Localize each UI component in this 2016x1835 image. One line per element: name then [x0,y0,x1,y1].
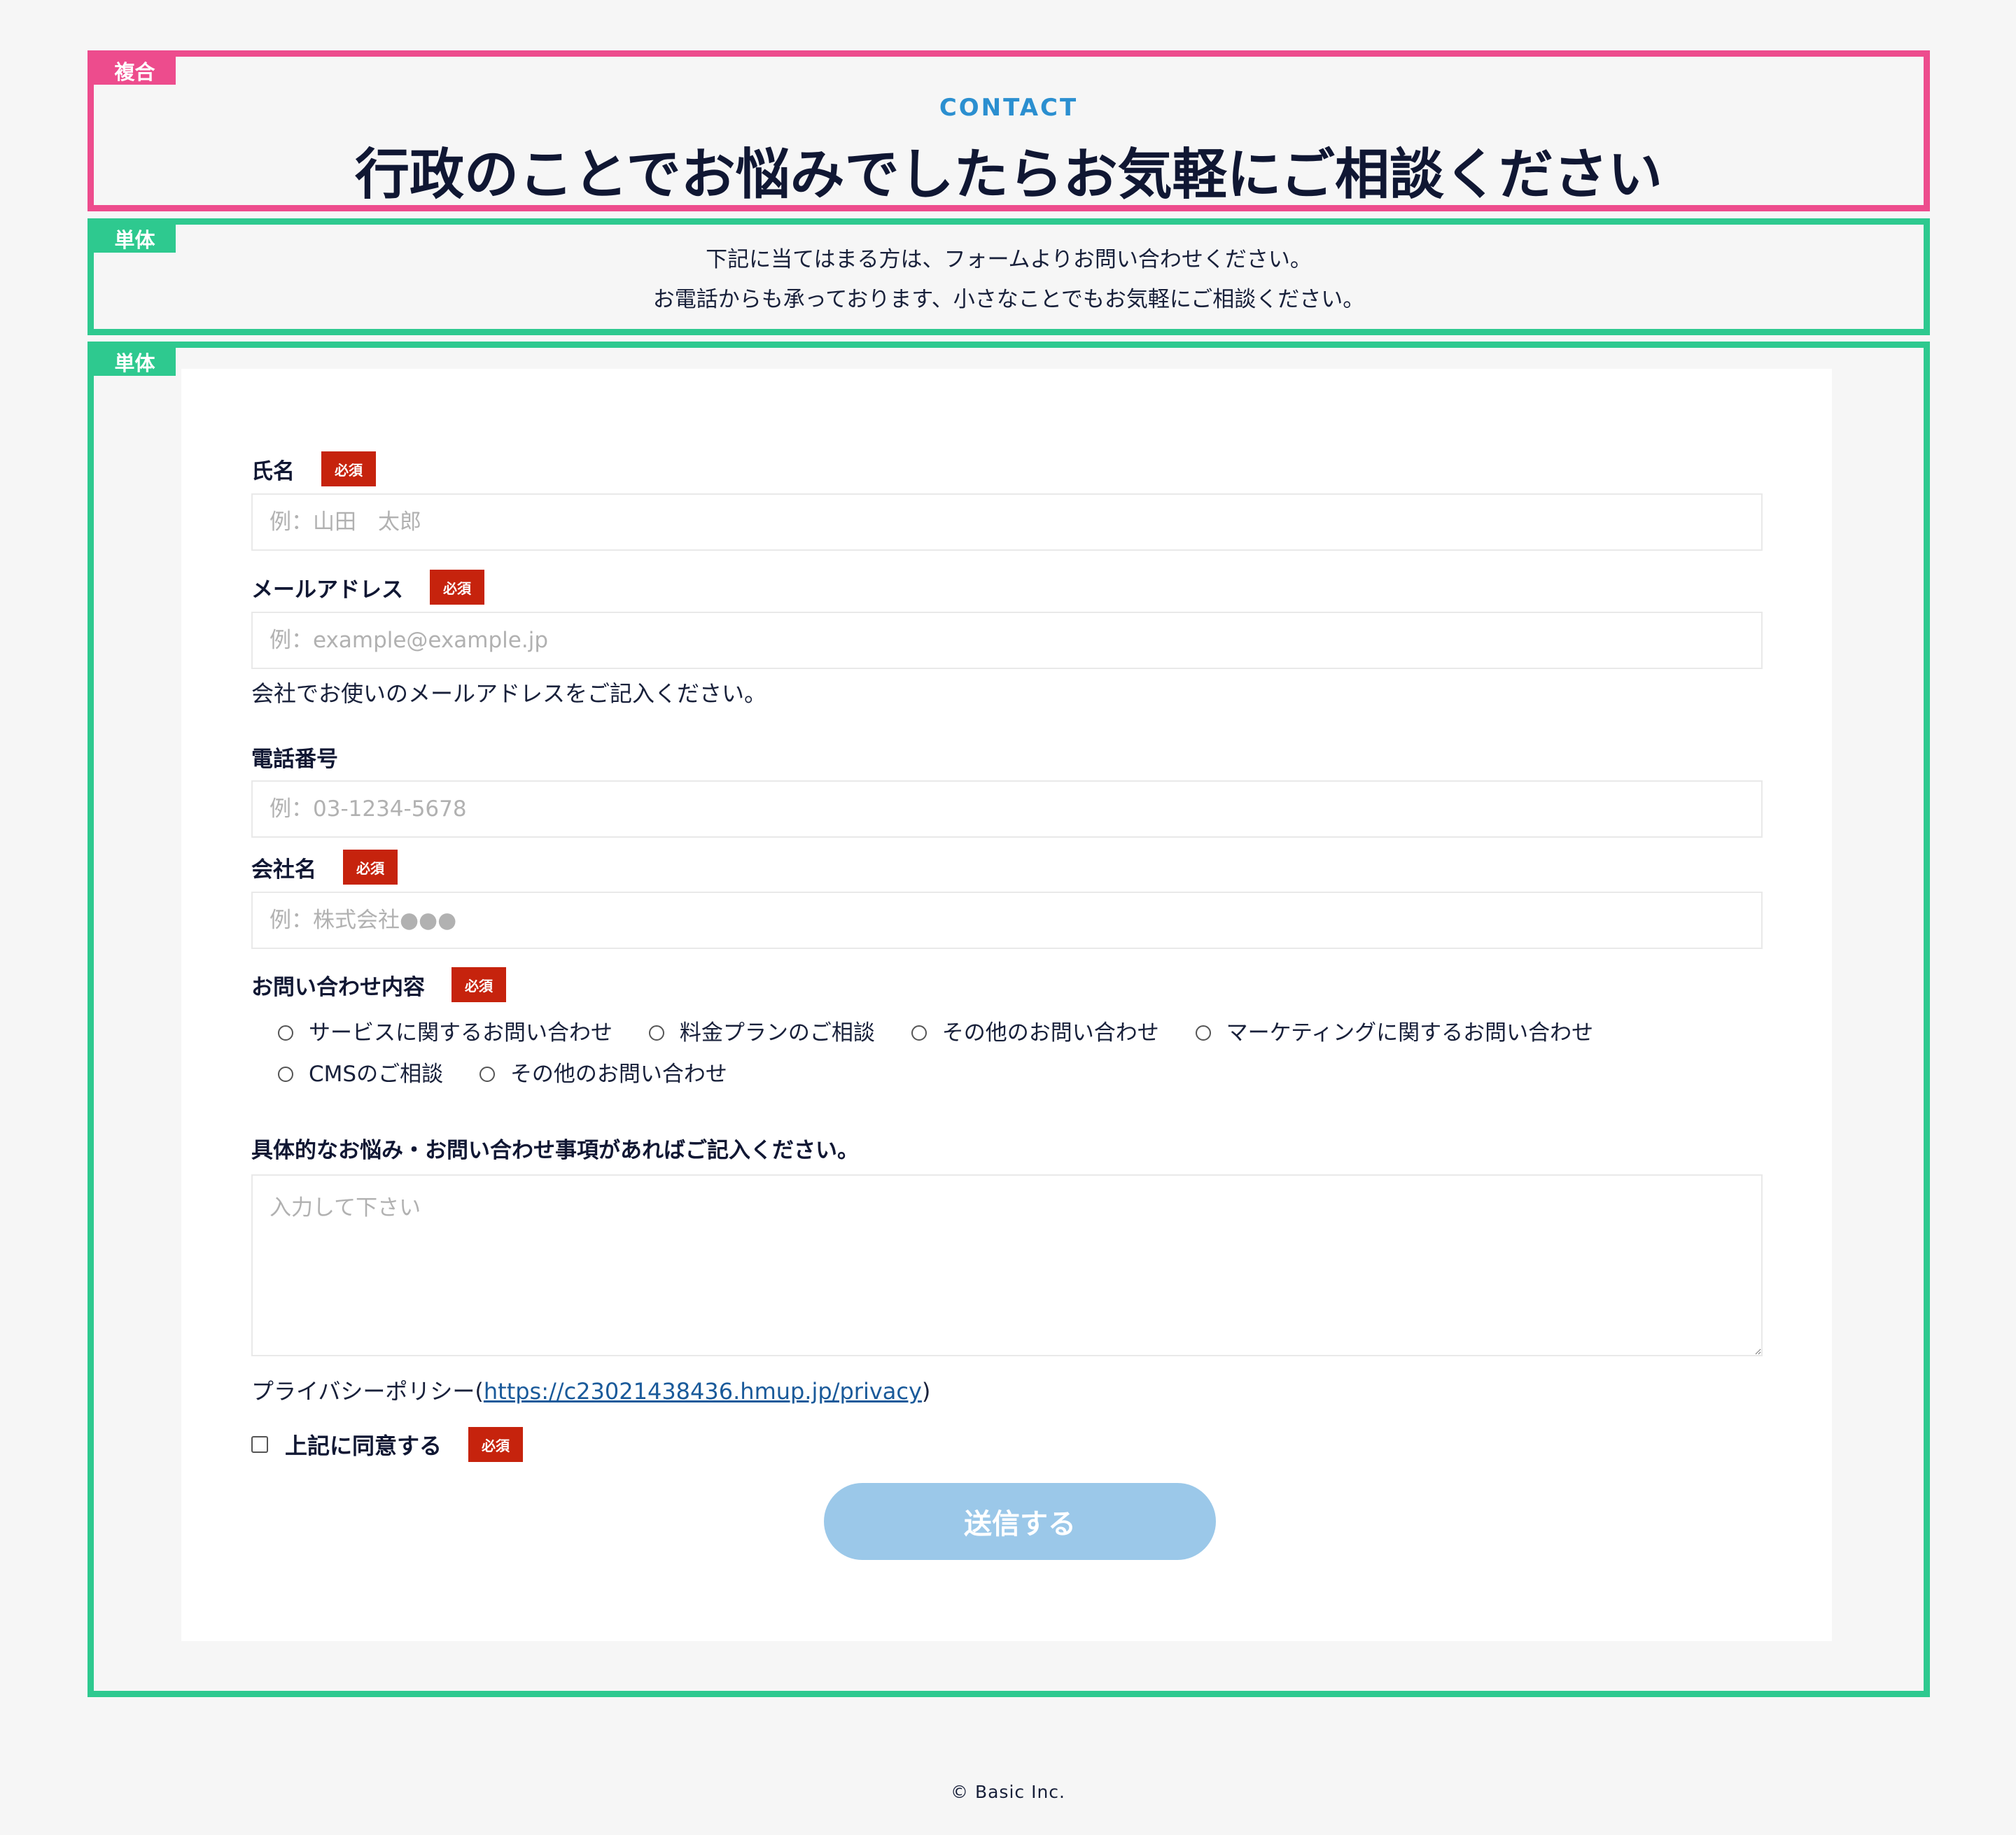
intro-line-2: お電話からも承っております、小さなことでもお気軽にご相談ください。 [652,287,1365,312]
details-field: 具体的なお悩み・お問い合わせ事項があればご記入ください。 [251,1130,1763,1356]
agree-checkbox[interactable] [251,1436,268,1453]
phone-label: 電話番号 [251,746,338,772]
privacy-text: プライバシーポリシー(https://c23021438436.hmup.jp/… [251,1378,931,1405]
required-badge: 必須 [468,1427,524,1462]
radio-option[interactable]: その他のお問い合わせ [911,1013,1159,1053]
radio-option[interactable]: CMSのご相談 [278,1054,443,1095]
privacy-policy-link[interactable]: https://c23021438436.hmup.jp/privacy [484,1378,922,1405]
contact-form: 氏名 必須 メールアドレス 必須 会社でお使いのメールアドレスをご記入ください。… [181,369,1832,1641]
intro-line-1: 下記に当てはまる方は、フォームよりお問い合わせください。 [706,247,1312,272]
footer-copyright: © Basic Inc. [951,1782,1065,1802]
section-eyebrow: CONTACT [939,94,1079,122]
email-input[interactable] [251,612,1763,669]
submit-button[interactable]: 送信する [824,1483,1216,1560]
company-label: 会社名 [251,857,316,883]
block-type-tag: 単体 [94,348,176,376]
radio-option[interactable]: サービスに関するお問い合わせ [278,1013,612,1053]
email-help-text: 会社でお使いのメールアドレスをご記入ください。 [251,680,767,707]
radio-circle-icon[interactable] [278,1025,293,1041]
page-title: 行政のことでお悩みでしたらお気軽にご相談ください [354,143,1663,206]
details-textarea[interactable] [251,1174,1763,1356]
required-badge: 必須 [430,570,484,605]
details-label: 具体的なお悩み・お問い合わせ事項があればご記入ください。 [251,1137,859,1163]
heading-section: 複合 CONTACT 行政のことでお悩みでしたらお気軽にご相談ください [88,50,1930,211]
intro-section: 単体 下記に当てはまる方は、フォームよりお問い合わせください。 お電話からも承っ… [88,218,1930,335]
radio-option[interactable]: マーケティングに関するお問い合わせ [1195,1013,1593,1053]
name-input[interactable] [251,493,1763,551]
radio-circle-icon[interactable] [1195,1025,1211,1041]
required-badge: 必須 [321,451,376,486]
required-badge: 必須 [343,850,398,885]
agree-label[interactable]: 上記に同意する [285,1428,442,1461]
agree-field: 上記に同意する 必須 [251,1427,1763,1462]
name-label: 氏名 [251,458,295,484]
inquiry-type-label: お問い合わせ内容 [251,974,425,1000]
radio-circle-icon[interactable] [911,1025,927,1041]
company-input[interactable] [251,892,1763,949]
inquiry-type-radio-group: サービスに関するお問い合わせ 料金プランのご相談 その他のお問い合わせ マーケテ… [251,1013,1763,1095]
name-field: 氏名 必須 [251,451,1763,551]
phone-field: 電話番号 [251,738,1763,838]
intro-text: 下記に当てはまる方は、フォームよりお問い合わせください。 お電話からも承っており… [94,240,1924,320]
block-type-tag: 複合 [94,57,176,85]
radio-option[interactable]: その他のお問い合わせ [479,1054,727,1095]
email-label: メールアドレス [251,577,403,603]
phone-input[interactable] [251,780,1763,838]
radio-circle-icon[interactable] [278,1067,293,1082]
required-badge: 必須 [451,967,506,1002]
privacy-field: プライバシーポリシー(https://c23021438436.hmup.jp/… [251,1374,1763,1406]
radio-option[interactable]: 料金プランのご相談 [648,1013,875,1053]
radio-circle-icon[interactable] [479,1067,495,1082]
inquiry-type-field: お問い合わせ内容 必須 サービスに関するお問い合わせ 料金プランのご相談 その他… [251,966,1763,1095]
company-field: 会社名 必須 [251,849,1763,949]
radio-circle-icon[interactable] [648,1025,664,1041]
email-field: メールアドレス 必須 会社でお使いのメールアドレスをご記入ください。 [251,569,1763,708]
form-section: 単体 氏名 必須 メールアドレス 必須 会社でお使いのメールアドレスをご記入くだ… [88,342,1930,1697]
